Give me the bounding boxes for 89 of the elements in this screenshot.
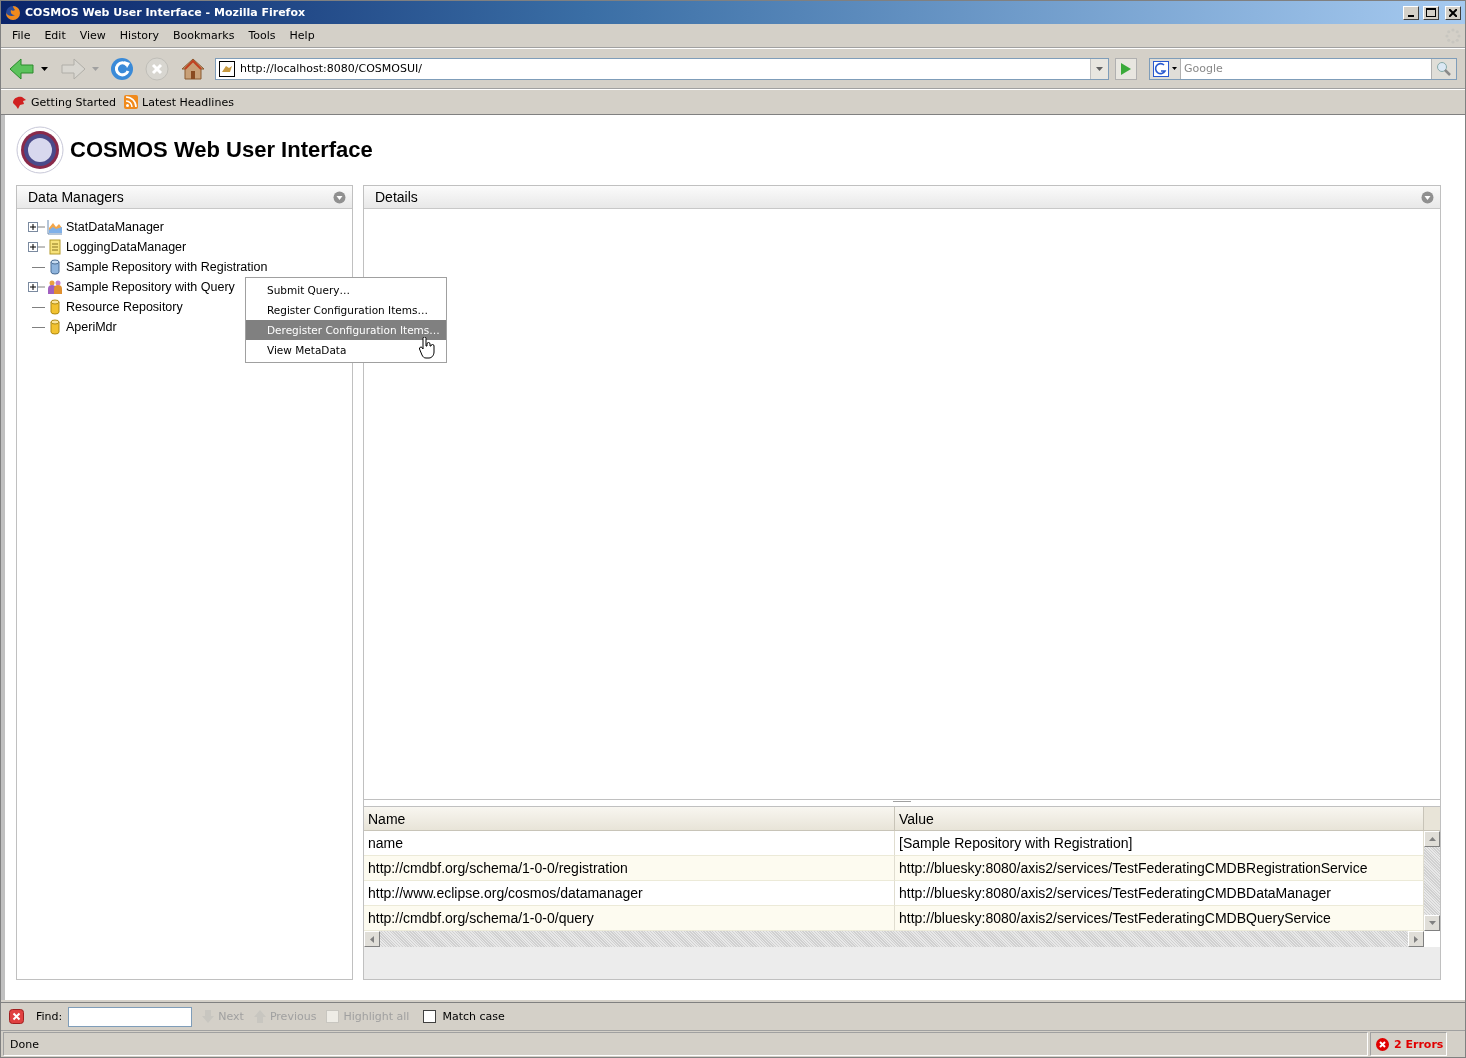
tree-connector-icon xyxy=(32,265,45,269)
bookmark-link[interactable]: Latest Headlines xyxy=(124,95,234,109)
notepad-icon xyxy=(47,239,63,255)
site-icon xyxy=(219,60,235,77)
close-icon[interactable] xyxy=(9,1009,24,1024)
caret-icon[interactable] xyxy=(41,66,48,71)
history-dropdown-button[interactable] xyxy=(1090,58,1108,79)
expand-toggle-icon[interactable] xyxy=(28,281,45,293)
panel-title: Details xyxy=(375,189,418,205)
minimize-icon xyxy=(1408,14,1414,17)
tree-item[interactable]: Sample Repository with Query xyxy=(66,280,235,294)
table-cell: http://bluesky:8080/axis2/services/TestFederatingCMDBQueryService xyxy=(895,906,1424,931)
scroll-up-button[interactable] xyxy=(1424,831,1440,847)
menu-item[interactable]: Tools xyxy=(241,29,283,42)
search-engine-icon xyxy=(1153,60,1171,77)
menu-item[interactable]: Submit Query… xyxy=(246,280,446,300)
tree-item[interactable]: LoggingDataManager xyxy=(66,240,187,254)
menu-item[interactable]: Edit xyxy=(37,29,73,42)
search-button[interactable] xyxy=(1431,58,1456,79)
table-cell: http://bluesky:8080/axis2/services/TestFederatingCMDBRegistrationService xyxy=(895,856,1424,881)
menu-item[interactable]: Help xyxy=(282,29,322,42)
up-arrow-icon xyxy=(1428,837,1436,841)
cosmos-logo xyxy=(16,126,64,174)
maximize-icon xyxy=(1426,8,1436,17)
panel-title: Data Managers xyxy=(28,189,124,205)
tree-item[interactable]: StatDataManager xyxy=(66,220,164,234)
browser-logo-icon xyxy=(5,4,21,21)
expand-toggle-icon[interactable] xyxy=(28,241,45,253)
collapse-icon[interactable] xyxy=(333,190,346,204)
checkbox-label[interactable]: Match case xyxy=(442,1010,505,1023)
right-arrow-icon xyxy=(1414,935,1418,943)
close-button[interactable] xyxy=(1445,5,1461,20)
menu-item[interactable]: Register Configuration Items… xyxy=(246,300,446,320)
maximize-button[interactable] xyxy=(1423,5,1439,20)
find-label: Find: xyxy=(36,1010,63,1023)
checkbox[interactable] xyxy=(423,1010,437,1023)
menu-item[interactable]: History xyxy=(112,29,166,42)
page-title: COSMOS Web User Interface xyxy=(70,137,373,163)
go-button[interactable] xyxy=(1115,57,1137,80)
scroll-down-button[interactable] xyxy=(1424,915,1440,931)
highlighter-icon xyxy=(326,1010,340,1023)
reload-icon[interactable] xyxy=(109,55,135,82)
play-icon xyxy=(1121,62,1131,75)
url-text: http://localhost:8080/COSMOSUI/ xyxy=(240,62,423,75)
search-icon xyxy=(1436,60,1452,77)
window-title: COSMOS Web User Interface - Mozilla Firefox xyxy=(25,6,307,19)
people-icon xyxy=(47,279,63,295)
scroll-left-button[interactable] xyxy=(364,931,380,947)
left-arrow-icon xyxy=(370,935,374,943)
database-icon xyxy=(49,319,61,335)
tree-item[interactable]: Sample Repository with Registration xyxy=(66,260,268,274)
column-header[interactable]: Name xyxy=(364,807,895,831)
expand-toggle-icon[interactable] xyxy=(28,221,45,233)
search-engine-button[interactable] xyxy=(1150,58,1181,79)
database-icon xyxy=(49,259,61,275)
table-cell: http://cmdbf.org/schema/1-0-0/registration xyxy=(364,856,895,881)
menu-item[interactable]: Deregister Configuration Items… xyxy=(246,320,446,340)
tree-connector-icon xyxy=(32,325,45,329)
scroll-right-button[interactable] xyxy=(1408,931,1424,947)
address-field[interactable]: http://localhost:8080/COSMOSUI/ xyxy=(215,57,1109,80)
vertical-scrollbar[interactable] xyxy=(1424,831,1440,931)
tree-connector-icon xyxy=(32,305,45,309)
bookmark-link[interactable]: Getting Started xyxy=(11,95,117,109)
status-text: Done xyxy=(3,1032,1368,1056)
hand-cursor-icon xyxy=(419,337,435,359)
search-field[interactable]: Google xyxy=(1149,57,1457,80)
menu-item[interactable]: File xyxy=(5,29,38,42)
caret-icon xyxy=(1096,66,1103,71)
back-arrow-icon[interactable] xyxy=(9,57,35,80)
menu-item[interactable]: View MetaData xyxy=(246,340,446,360)
area-chart-icon xyxy=(47,219,63,235)
caret-icon xyxy=(1172,67,1177,70)
rss-feed-icon xyxy=(124,95,139,109)
dinosaur-icon xyxy=(11,95,27,109)
tree-item[interactable]: AperiMdr xyxy=(66,320,117,334)
tree-item[interactable]: Resource Repository xyxy=(66,300,183,314)
column-header[interactable]: Value xyxy=(895,807,1424,831)
close-icon xyxy=(1449,8,1457,17)
horizontal-scrollbar[interactable] xyxy=(364,931,1424,947)
table-cell: http://cmdbf.org/schema/1-0-0/query xyxy=(364,906,895,931)
database-icon xyxy=(49,299,61,315)
error-icon xyxy=(1376,1037,1389,1051)
menu-item[interactable]: View xyxy=(72,29,113,42)
down-arrow-icon xyxy=(1428,921,1436,925)
find-field[interactable] xyxy=(68,1006,193,1027)
minimize-button[interactable] xyxy=(1403,5,1419,20)
home-icon[interactable] xyxy=(181,56,205,81)
collapse-icon[interactable] xyxy=(1421,190,1434,204)
menu-item[interactable]: Bookmarks xyxy=(166,29,242,42)
